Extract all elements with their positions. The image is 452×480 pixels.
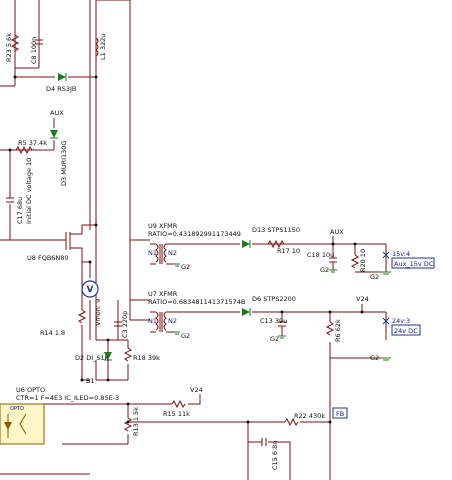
u9-n2-pin: N2 [168,249,177,257]
v24-right-label: V24 [356,295,369,303]
g2-u7-ground [174,331,180,335]
g2-u9-ground [174,263,180,267]
junction-dot [328,420,332,424]
r23-label: R23 5.6k [5,33,13,62]
g2-r20-label: G2 [370,273,379,281]
u9-n1-pin: N1 [148,249,157,257]
junction-dot [13,75,17,79]
g2-r20-ground [381,271,391,275]
g2-u9-label: G2 [181,263,190,271]
g2-c13-ground [278,335,286,339]
r13-label: R13 1.5k [132,407,140,436]
d13-diode [242,240,250,248]
d4-label: D4 RS3JB [46,85,76,93]
v24dc-output-text: 24v DC [394,327,418,335]
junction-dot [126,420,130,424]
junction-dot [94,75,98,79]
d13-label: D13 STPS1150 [252,226,300,234]
u7-n2-pin: N2 [168,317,177,325]
g2-r6-label: G2 [370,354,379,362]
l1-label: L1 322u [99,34,107,60]
c18-label: C18 10u [307,251,334,259]
r6-resistor [325,321,335,336]
r15-resistor [171,399,186,409]
d2-label: D2 DI_S1K [75,354,110,362]
r6-label: R6 62k [334,319,342,342]
junction-dot [106,338,110,342]
c17-label: C17 68u [16,197,24,224]
u8-label: U8 FQB6N80 [27,254,69,262]
c13-label: C13 39u [260,317,287,325]
c8-label: C8 100n [30,37,38,64]
junction-dot [8,148,12,152]
r13-resistor [123,417,133,432]
junction-dot [80,378,84,382]
d3-label: D3 MURI130G [60,141,68,186]
junction-dot [88,260,92,264]
r22-label: R22 430k [294,412,325,420]
c3-label: C3 220p [121,311,129,338]
u7-secondary-coil [163,311,167,331]
u6-opto-box-label: OPTO [10,406,24,412]
schematic-canvas: V OPTO FB Aux_15v DC 24v DC R23 5.6k C8 … [0,0,435,480]
junction-dot [280,310,284,314]
g2-c18-label: G2 [320,266,329,274]
r5-label: R5 37.4k [18,139,47,147]
aux15-output-text: Aux_15v DC [394,260,434,268]
r14-label: R14 1.8 [40,329,65,337]
u9-secondary-coil [163,243,167,263]
v15-probe-label: 15v:4 [392,250,410,258]
junction-dot [94,223,98,227]
u6-label: U6 OPTO [16,386,45,394]
wire-mosfet-drain [70,224,96,235]
node-b1-label: B1 [86,377,95,385]
junction-dot [126,402,130,406]
junction-dot [328,310,332,314]
r17-label: R17 10 [277,247,300,255]
u9-label: U9 XFMR [148,222,178,230]
aux-top-label: AUX [50,109,64,117]
g2-r6-ground [381,357,391,361]
fb-net-label-text: FB [336,410,344,418]
c15-capacitor [261,438,267,446]
junction-dot [246,420,250,424]
c17-initial-label: Initial DC voltage 10 [25,158,33,224]
vmon-label: Vmon: 9 [94,299,102,326]
u9-ratio-label: RATIO=0.431892991173449 [148,230,241,238]
d3-diode [50,130,58,138]
u7-ratio-label: RATIO=0.683481141371574B [148,298,245,306]
wire-r15-right [188,394,201,405]
wire-mosfet-source [70,247,83,262]
g2-u7-label: G2 [181,332,190,340]
u7-n1-pin: N1 [148,317,157,325]
c17-capacitor [6,197,14,203]
g2-c18-ground [329,269,337,273]
junction-dot [360,310,364,314]
v24-probe-label: 24v:3 [392,317,410,325]
u7-label: U7 XFMR [148,290,178,298]
voltmeter-glyph: V [87,285,94,295]
d4-diode [58,73,66,81]
r18-label: R18 39k [133,354,160,362]
v24-bottom-label: V24 [190,386,203,394]
u6-params-label: CTR=1 F=4E3 IC_ILED=0.85E-3 [16,394,119,402]
junction-dot [106,378,110,382]
junction-dot [331,242,335,246]
junction-dot [353,242,357,246]
r15-label: R15 11k [163,410,190,418]
aux-right-label: AUX [330,228,344,236]
r20-resistor [350,254,360,269]
r14-resistor [77,309,87,324]
c15-label: C15 6.8n [271,441,279,470]
g2-c13-label: G2 [270,335,279,343]
d6-diode [242,308,250,316]
r20-label: R20 10 [359,249,367,272]
r18-resistor [123,347,133,362]
d6-label: D6 STPS2200 [252,295,296,303]
